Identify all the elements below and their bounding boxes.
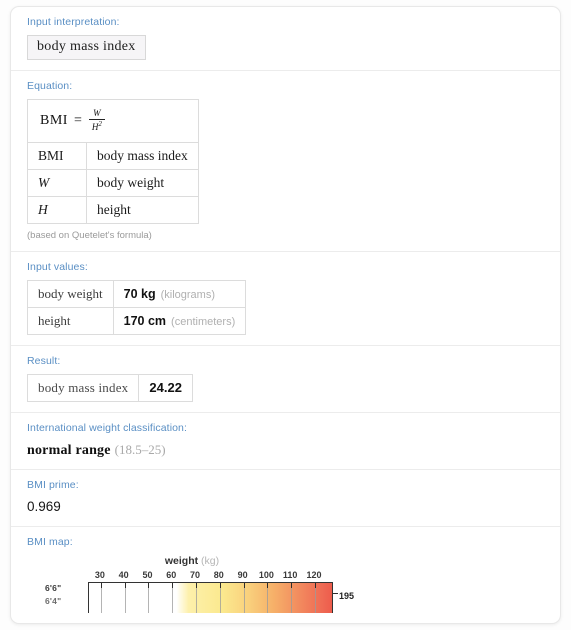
table-row: body mass index 24.22: [26, 373, 193, 402]
pod-weight-classification: International weight classification: nor…: [11, 413, 560, 470]
bmi-map-tick-marks: [89, 582, 332, 588]
bmi-map-tick: [124, 582, 126, 588]
equation-symbol: H: [27, 195, 87, 224]
bmi-map-tick: [314, 582, 316, 588]
equation-table: BMI = W H2 BMI body mass index W body we…: [27, 99, 199, 224]
bmi-map-x-tick-label: 80: [213, 569, 224, 580]
bmi-map-tick: [243, 582, 245, 588]
bmi-map-chart: weight (kg) 30 40 50 60 70 80 90 100 110 120 6'6"…: [27, 555, 560, 613]
pod-body-input-values: body weight 70 kg (kilograms) height 170 …: [11, 279, 560, 335]
table-row: height 170 cm (centimeters): [27, 306, 247, 335]
input-value-label: body weight: [27, 279, 114, 308]
input-values-table: body weight 70 kg (kilograms) height 170 …: [27, 279, 247, 335]
result-value: 24.22: [138, 373, 193, 402]
pod-input-values: Input values: body weight 70 kg (kilogram…: [11, 252, 560, 346]
formula-denominator: H2: [88, 119, 105, 132]
table-row: BMI body mass index: [27, 141, 199, 170]
bmi-map-right-tick: [333, 592, 338, 594]
bmi-map-tick: [172, 582, 174, 588]
pod-title-result: Result:: [27, 354, 61, 367]
classification-range: (18.5–25): [114, 441, 166, 457]
bmi-map-tick: [267, 582, 269, 588]
equation-note: (based on Quetelet's formula): [27, 229, 152, 241]
table-row: body weight 70 kg (kilograms): [27, 279, 247, 308]
bmi-map-y-label-left-bottom: 6'4": [45, 595, 62, 606]
equation-definition: height: [86, 195, 199, 224]
pod-title-input-interpretation: Input interpretation:: [27, 16, 120, 28]
pod-bmi-prime: BMI prime: 0.969: [11, 470, 560, 527]
bmi-map-tick: [291, 582, 293, 588]
bmi-map-tick: [219, 582, 221, 588]
formula-denominator-exponent: 2: [98, 120, 102, 129]
input-value-unit: (centimeters): [171, 315, 236, 328]
bmi-map-axis-title-unit: (kg): [201, 554, 220, 567]
bmi-map-x-tick-label: 50: [142, 569, 153, 580]
result-label: body mass index: [26, 373, 140, 402]
input-interpretation-box[interactable]: body mass index: [27, 35, 146, 60]
table-row: H height: [27, 195, 199, 224]
classification-line: normal range (18.5–25): [27, 441, 560, 459]
results-card: Input interpretation: body mass index Eq…: [10, 6, 561, 624]
bmi-map-y-label-right: 195: [339, 590, 355, 601]
formula-fraction: W H2: [88, 108, 105, 133]
equation-formula-row: BMI = W H2: [27, 99, 199, 143]
pod-title-bmi-map: BMI map:: [27, 535, 73, 548]
input-value-unit: (kilograms): [160, 288, 216, 301]
input-value-label: height: [27, 306, 114, 335]
bmi-map-tick: [148, 582, 150, 588]
pod-body-weight-classification: normal range (18.5–25): [11, 441, 560, 459]
pod-bmi-map: BMI map: weight (kg) 30 40 50 60 70 80 90 100 11…: [11, 527, 560, 623]
bmi-map-x-tick-label: 120: [306, 569, 322, 580]
bmi-map-x-tick-label: 70: [190, 569, 201, 580]
pod-title-equation: Equation:: [27, 80, 73, 92]
formula-equals: =: [73, 112, 82, 128]
equation-symbol: W: [27, 168, 87, 197]
bmi-map-x-tick-labels: 30 40 50 60 70 80 90 100 110 120: [94, 569, 333, 582]
bmi-map-tick: [100, 582, 102, 588]
bmi-map-tick: [196, 582, 198, 588]
pod-body-result: body mass index 24.22: [11, 373, 560, 402]
equation-definition: body weight: [86, 168, 199, 197]
formula-numerator: W: [93, 108, 101, 118]
bmi-map-x-tick-label: 90: [237, 569, 248, 580]
input-value-number: 70 kg: [123, 286, 156, 301]
input-value-cell: 170 cm (centimeters): [112, 306, 247, 335]
pod-equation: Equation: BMI = W H2 BMI body mass index…: [11, 71, 560, 252]
bmi-map-x-tick-label: 60: [166, 569, 177, 580]
result-table: body mass index 24.22: [26, 373, 193, 402]
bmi-map-plot-area: [88, 581, 333, 613]
equation-symbol: BMI: [27, 141, 87, 170]
pod-title-input-values: Input values:: [27, 260, 88, 273]
bmi-prime-value: 0.969: [27, 498, 61, 514]
bmi-map-x-tick-label: 30: [94, 569, 105, 580]
pod-body-bmi-prime: 0.969: [11, 498, 560, 516]
bmi-formula: BMI = W H2: [40, 108, 105, 133]
results-page: Input interpretation: body mass index Eq…: [0, 0, 571, 630]
pod-body-bmi-map: weight (kg) 30 40 50 60 70 80 90 100 110 120 6'6"…: [11, 555, 560, 613]
pod-input-interpretation: Input interpretation: body mass index: [11, 7, 560, 71]
equation-formula-cell: BMI = W H2: [27, 99, 199, 143]
equation-definition: body mass index: [86, 141, 199, 170]
table-row: W body weight: [27, 168, 199, 197]
input-value-cell: 70 kg (kilograms): [112, 279, 247, 308]
bmi-map-x-tick-label: 100: [258, 569, 274, 580]
bmi-map-y-label-left: 6'6" 6'4": [45, 583, 61, 606]
pod-body-equation: BMI = W H2 BMI body mass index W body we…: [11, 99, 560, 241]
bmi-map-axis-title: weight (kg): [27, 555, 357, 567]
pod-result: Result: body mass index 24.22: [11, 346, 560, 413]
input-value-number: 170 cm: [123, 313, 167, 328]
formula-lhs: BMI: [40, 112, 68, 128]
bmi-map-axis-title-main: weight: [164, 554, 199, 567]
bmi-map-y-label-left-top: 6'6": [45, 582, 62, 593]
bmi-map-x-tick-label: 110: [282, 569, 298, 580]
pod-title-bmi-prime: BMI prime:: [27, 478, 79, 491]
classification-value: normal range: [27, 442, 111, 458]
bmi-map-x-tick-label: 40: [118, 569, 129, 580]
pod-title-weight-classification: International weight classification:: [27, 421, 188, 434]
pod-body-input-interpretation: body mass index: [11, 35, 560, 60]
